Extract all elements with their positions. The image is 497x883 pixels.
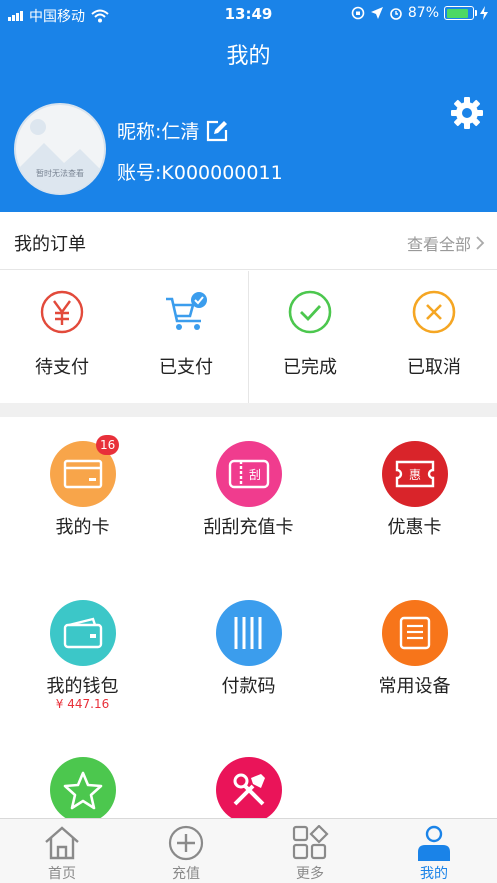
view-all-label: 查看全部 bbox=[406, 235, 471, 254]
wallet-balance: ¥ 447.16 bbox=[55, 697, 110, 711]
wallet-icon bbox=[50, 600, 116, 666]
battery-percent: 87% bbox=[407, 5, 439, 21]
order-status-label: 已支付 bbox=[159, 357, 213, 378]
coupon-icon-text: 惠 bbox=[409, 468, 421, 482]
x-circle-icon bbox=[412, 290, 456, 334]
tab-label: 我的 bbox=[420, 866, 448, 882]
order-paid[interactable]: 已支付 bbox=[124, 271, 248, 403]
user-icon bbox=[418, 825, 450, 861]
nickname: 昵称:仁清 bbox=[117, 117, 229, 144]
edit-icon[interactable] bbox=[205, 119, 229, 143]
tab-mine[interactable]: 我的 bbox=[372, 819, 496, 883]
tab-recharge[interactable]: 充值 bbox=[124, 819, 248, 883]
view-all-orders-link[interactable]: 查看全部 bbox=[407, 231, 485, 255]
tab-label: 更多 bbox=[296, 866, 324, 882]
grid-label: 刮刮充值卡 bbox=[203, 517, 294, 538]
location-icon bbox=[370, 7, 383, 19]
rotation-lock-icon bbox=[351, 6, 365, 20]
order-status-label: 已完成 bbox=[283, 357, 337, 378]
grid-label: 付款码 bbox=[221, 676, 276, 697]
tab-label: 充值 bbox=[172, 866, 200, 882]
grid-label: 我的卡 bbox=[55, 517, 110, 538]
avatar-caption: 暂时无法查看 bbox=[36, 169, 84, 178]
tab-home[interactable]: 首页 bbox=[0, 819, 124, 883]
my-orders-header: 我的订单 查看全部 bbox=[0, 212, 497, 270]
barcode-icon bbox=[216, 600, 282, 666]
grid-label: 我的钱包 bbox=[46, 676, 119, 697]
avatar[interactable]: 暂时无法查看 bbox=[14, 103, 106, 195]
nickname-text: 昵称:仁清 bbox=[117, 121, 200, 143]
bottom-tab-bar: 首页 充值 更多 我的 bbox=[0, 818, 497, 883]
card-count-badge: 16 bbox=[96, 435, 120, 455]
tab-more[interactable]: 更多 bbox=[248, 819, 372, 883]
tab-label: 首页 bbox=[48, 866, 76, 882]
profile-header: 中国移动 13:49 87% 我的 暂时无法查看 昵称:仁清 账号:K00000… bbox=[0, 0, 497, 212]
star-icon bbox=[50, 757, 116, 823]
device-list-icon bbox=[382, 600, 448, 666]
tools-icon bbox=[216, 757, 282, 823]
home-icon bbox=[45, 826, 79, 860]
status-bar: 中国移动 13:49 87% bbox=[0, 0, 497, 28]
order-status-label: 已取消 bbox=[407, 357, 461, 378]
image-placeholder-icon bbox=[16, 119, 104, 193]
order-pending-payment[interactable]: 待支付 bbox=[0, 271, 124, 403]
account-number: 账号:K000000011 bbox=[117, 162, 283, 184]
chevron-right-icon bbox=[476, 236, 485, 250]
battery-icon bbox=[444, 6, 477, 20]
scratch-icon-text: 刮 bbox=[249, 468, 261, 482]
order-cancelled[interactable]: 已取消 bbox=[372, 271, 496, 403]
order-status-row: 待支付 已支付 已完成 已取消 bbox=[0, 271, 497, 403]
grid-label: 优惠卡 bbox=[387, 517, 442, 538]
coupon-icon: 惠 bbox=[382, 441, 448, 507]
check-circle-icon bbox=[288, 290, 332, 334]
more-grid-icon bbox=[292, 825, 329, 860]
cart-check-icon bbox=[166, 292, 207, 330]
section-divider bbox=[0, 403, 497, 417]
my-orders-title: 我的订单 bbox=[14, 234, 86, 255]
order-status-label: 待支付 bbox=[35, 357, 89, 378]
scratch-card-icon: 刮 bbox=[216, 441, 282, 507]
page-title: 我的 bbox=[226, 44, 271, 69]
charging-icon bbox=[480, 6, 488, 20]
alarm-icon bbox=[390, 8, 402, 20]
settings-gear-icon[interactable] bbox=[450, 96, 484, 130]
yen-icon bbox=[40, 290, 84, 334]
order-completed[interactable]: 已完成 bbox=[248, 271, 372, 403]
grid-label: 常用设备 bbox=[378, 676, 451, 697]
plus-circle-icon bbox=[168, 825, 204, 861]
